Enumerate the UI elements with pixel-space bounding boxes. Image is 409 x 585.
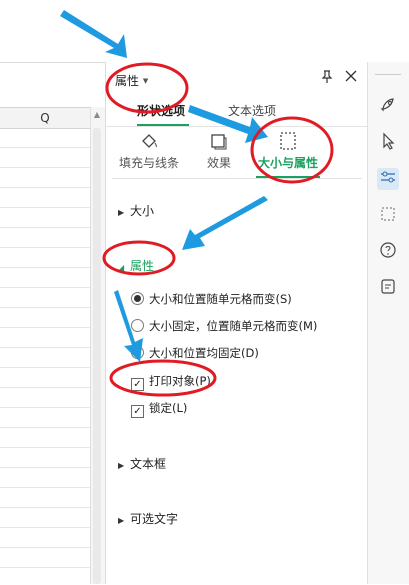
annotation-overlay bbox=[60, 10, 334, 397]
annotation-arrow bbox=[60, 10, 127, 58]
annotation-circle bbox=[102, 240, 176, 276]
annotation-circle bbox=[250, 116, 334, 184]
annotation-arrow bbox=[60, 10, 268, 362]
annotation-circle bbox=[109, 359, 217, 397]
annotation-circle bbox=[105, 62, 189, 114]
annotation-arrow bbox=[114, 290, 143, 362]
annotation-arrow bbox=[182, 196, 268, 250]
